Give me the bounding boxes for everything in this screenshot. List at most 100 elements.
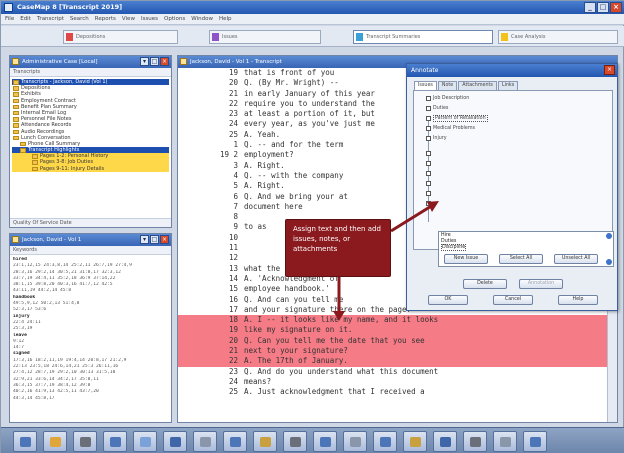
toolbar-button[interactable]: [493, 431, 517, 452]
highlighted-line[interactable]: 22 A. The 17th of January.: [178, 356, 607, 367]
menu-item-edit[interactable]: Edit: [20, 14, 31, 24]
tree-item-label: Transcript Highlights: [28, 147, 80, 154]
sub-checkbox[interactable]: [426, 151, 431, 156]
line-text: to as: [244, 222, 267, 232]
sub-checkbox[interactable]: [426, 171, 431, 176]
float-button[interactable]: □: [150, 57, 159, 66]
delete-button[interactable]: Delete: [463, 279, 507, 289]
toolbar-button[interactable]: [103, 431, 127, 452]
checkbox-icon[interactable]: [426, 136, 431, 141]
folder-icon: [13, 117, 19, 122]
toolbar-icon: [20, 437, 31, 447]
menu-item-help[interactable]: Help: [219, 14, 232, 24]
toolbar-button[interactable]: [73, 431, 97, 452]
issue-list-item[interactable]: Discipline: [441, 244, 611, 251]
checkbox-icon[interactable]: [426, 96, 431, 101]
highlighted-line[interactable]: 18 A. I -- it looks like my name, and it…: [178, 315, 607, 326]
select-all-button[interactable]: Select All: [499, 254, 543, 264]
line-number: 18: [228, 315, 238, 325]
scroll-up-icon[interactable]: [606, 233, 612, 239]
toolbar-button[interactable]: [463, 431, 487, 452]
issue-checkbox[interactable]: Injury: [426, 136, 447, 142]
tab-transcript-summaries[interactable]: Transcript Summaries: [353, 30, 493, 44]
toolbar-button[interactable]: [13, 431, 37, 452]
line-text: Q. (By Mr. Wright) --: [244, 78, 339, 88]
toolbar-button[interactable]: [343, 431, 367, 452]
close-button[interactable]: ×: [610, 2, 622, 13]
transcript-line[interactable]: 25 A. Just acknowledgment that I receive…: [178, 387, 607, 397]
toolbar-button[interactable]: [433, 431, 457, 452]
ok-button[interactable]: OK: [428, 295, 468, 305]
new-issue-button[interactable]: New Issue: [444, 254, 488, 264]
menu-item-window[interactable]: Window: [191, 14, 213, 24]
scroll-down-icon[interactable]: [606, 259, 612, 265]
tab-case-analysis[interactable]: Case Analysis: [498, 30, 618, 44]
pin-button[interactable]: ▾: [140, 235, 149, 244]
menu-item-reports[interactable]: Reports: [95, 14, 116, 24]
panel-close-button[interactable]: ×: [160, 235, 169, 244]
toolbar-button[interactable]: [223, 431, 247, 452]
toolbar-button[interactable]: [523, 431, 547, 452]
tree-item[interactable]: Pages 9-11: Injury Details: [12, 165, 169, 172]
menu-item-search[interactable]: Search: [70, 14, 89, 24]
toolbar-button[interactable]: [163, 431, 187, 452]
checkbox-icon[interactable]: [426, 106, 431, 111]
panel-close-button[interactable]: ×: [160, 57, 169, 66]
toolbar-button[interactable]: [403, 431, 427, 452]
dialog-tab-note[interactable]: Note: [437, 81, 458, 90]
minimize-button[interactable]: _: [584, 2, 596, 13]
dialog-close-button[interactable]: ×: [604, 65, 615, 75]
transcript-line[interactable]: 24 means?: [178, 377, 607, 387]
toolbar-icon: [440, 437, 451, 447]
issue-checkbox[interactable]: Medical Problems: [426, 126, 475, 132]
filter-bar[interactable]: Quality Of Service Date: [10, 218, 171, 227]
highlighted-line[interactable]: 19 like my signature on it.: [178, 325, 607, 336]
menu-item-view[interactable]: View: [122, 14, 135, 24]
sub-checkbox[interactable]: [426, 181, 431, 186]
unselect-all-button[interactable]: Unselect All: [554, 254, 598, 264]
issue-checkbox[interactable]: Job Description: [426, 96, 469, 102]
dialog-tab-links[interactable]: Links: [497, 81, 519, 90]
pin-button[interactable]: ▾: [140, 57, 149, 66]
tree-item-label: Personnel File Notes: [21, 116, 72, 123]
maximize-button[interactable]: □: [597, 2, 609, 13]
toolbar-button[interactable]: [373, 431, 397, 452]
line-number: 19: [228, 325, 238, 335]
toolbar-button[interactable]: [313, 431, 337, 452]
help-button[interactable]: Help: [558, 295, 598, 305]
sub-checkbox[interactable]: [426, 191, 431, 196]
menu-item-file[interactable]: File: [5, 14, 14, 24]
sub-checkbox[interactable]: [426, 201, 431, 206]
sub-checkbox[interactable]: [426, 161, 431, 166]
line-text: require you to understand the: [244, 98, 375, 108]
dialog-tab-attachments[interactable]: Attachments: [458, 81, 497, 90]
transcript-line[interactable]: 23 Q. And do you understand what this do…: [178, 367, 607, 377]
menu-item-issues[interactable]: Issues: [141, 14, 158, 24]
checkbox-icon[interactable]: [426, 116, 431, 121]
toolbar-button[interactable]: [283, 431, 307, 452]
tree-item-label: Lunch Conversation: [21, 134, 71, 141]
float-button[interactable]: □: [150, 235, 159, 244]
issue-checkbox[interactable]: Pattern of Retaliation: [426, 115, 488, 122]
line-text: A. The 17th of January.: [244, 356, 348, 366]
checkbox-icon[interactable]: [426, 126, 431, 131]
tab-depositions[interactable]: Depositions: [63, 30, 178, 44]
highlighted-line[interactable]: 20 Q. Can you tell me the date that you …: [178, 335, 607, 347]
tree-connector-line: [428, 117, 429, 222]
folder-icon: [20, 148, 26, 153]
toolbar-button[interactable]: [133, 431, 157, 452]
line-number: 20: [228, 335, 238, 345]
toolbar-button[interactable]: [253, 431, 277, 452]
issue-checkbox[interactable]: Duties: [426, 106, 448, 112]
menu-item-options[interactable]: Options: [164, 14, 185, 24]
tab-issues[interactable]: Issues: [209, 30, 321, 44]
tree-item-label: Pages 9-11: Injury Details: [40, 165, 105, 172]
issue-list-scrollbar[interactable]: [606, 233, 612, 265]
toolbar-button[interactable]: [193, 431, 217, 452]
toolbar-button[interactable]: [43, 431, 67, 452]
line-number: 3: [233, 160, 238, 170]
cancel-button[interactable]: Cancel: [493, 295, 533, 305]
dialog-tab-issues[interactable]: Issues: [414, 81, 437, 90]
menu-item-transcript[interactable]: Transcript: [37, 14, 64, 24]
highlighted-line[interactable]: 21 next to your signature?: [178, 346, 607, 357]
